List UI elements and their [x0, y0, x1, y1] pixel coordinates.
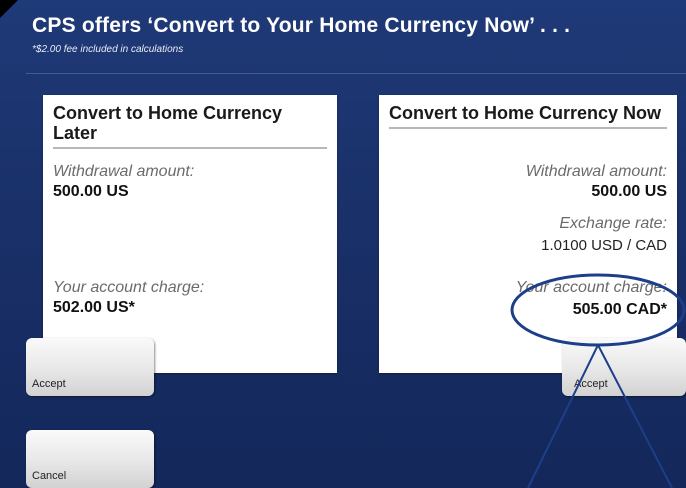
exchange-rate-label: Exchange rate:: [559, 215, 667, 232]
panel-title: Convert to Home Currency Later: [53, 103, 327, 149]
charge-label: Your account charge:: [53, 279, 205, 296]
button-label: Accept: [32, 378, 66, 390]
withdrawal-label: Withdrawal amount:: [525, 163, 667, 180]
fee-note: *$2.00 fee included in calculations: [32, 44, 184, 55]
header-divider: [26, 73, 686, 74]
charge-label: Your account charge:: [515, 279, 667, 296]
convert-later-panel: Convert to Home Currency Later Withdrawa…: [43, 95, 337, 373]
accept-later-button[interactable]: Accept: [26, 338, 154, 396]
withdrawal-value: 500.00 US: [591, 183, 667, 200]
withdrawal-label: Withdrawal amount:: [53, 163, 195, 180]
charge-value: 502.00 US*: [53, 299, 135, 316]
charge-value: 505.00 CAD*: [572, 301, 667, 318]
accept-now-button[interactable]: Accept: [562, 338, 686, 396]
panel-title: Convert to Home Currency Now: [389, 103, 667, 129]
exchange-rate-value: 1.0100 USD / CAD: [541, 237, 667, 254]
button-label: Cancel: [32, 470, 67, 482]
withdrawal-value: 500.00 US: [53, 183, 129, 200]
cancel-button[interactable]: Cancel: [26, 430, 154, 488]
button-label: Accept: [574, 378, 608, 390]
screen-corner: [0, 0, 18, 18]
atm-screen: CPS offers ‘Convert to Your Home Currenc…: [0, 0, 686, 488]
page-title: CPS offers ‘Convert to Your Home Currenc…: [32, 14, 571, 37]
convert-now-panel: Convert to Home Currency Now Withdrawal …: [379, 95, 677, 373]
